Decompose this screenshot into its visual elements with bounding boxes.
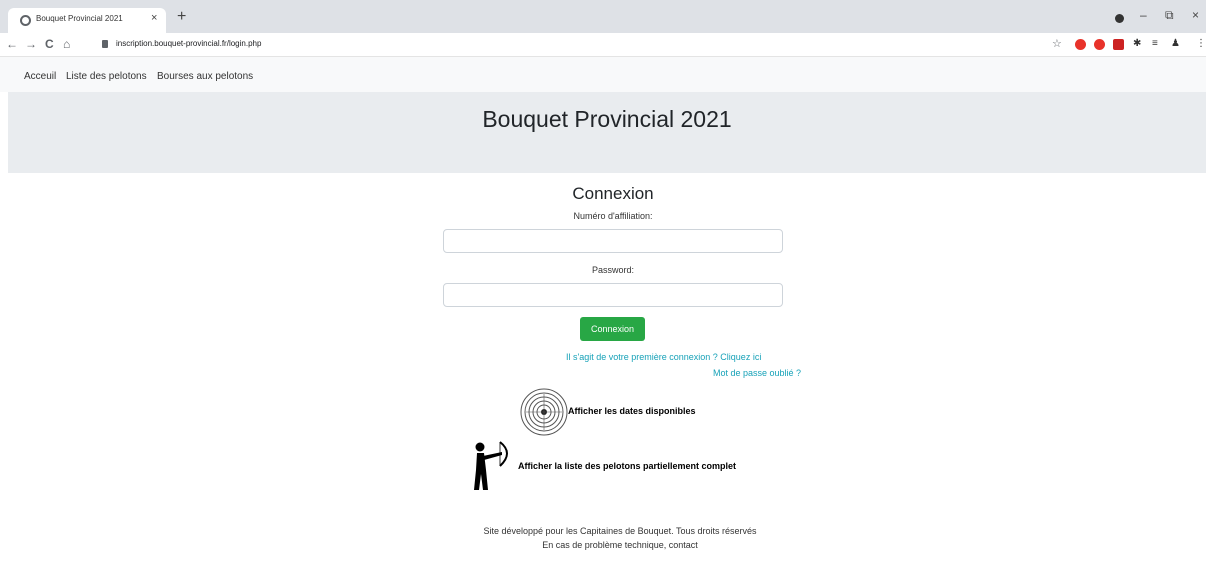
- site-navbar: Acceuil Liste des pelotons Bourses aux p…: [0, 57, 1206, 92]
- affiliation-label: Numéro d'affiliation:: [573, 211, 653, 221]
- nav-item-liste-pelotons[interactable]: Liste des pelotons: [66, 71, 147, 82]
- login-submit-button[interactable]: Connexion: [580, 317, 645, 341]
- login-title: Connexion: [572, 184, 654, 203]
- opera-extension-icon[interactable]: [1075, 39, 1086, 50]
- reading-list-icon[interactable]: ≡: [1152, 37, 1158, 51]
- password-label: Password:: [591, 265, 635, 275]
- adblock-extension-icon[interactable]: [1094, 39, 1105, 50]
- profile-avatar-icon[interactable]: ♟: [1171, 37, 1180, 51]
- url-bar[interactable]: inscription.bouquet-provincial.fr/login.…: [100, 36, 1060, 54]
- profile-icon[interactable]: [1115, 14, 1124, 23]
- reload-button[interactable]: C: [45, 37, 54, 51]
- address-bar-row: ← → C ⌂ inscription.bouquet-provincial.f…: [0, 33, 1206, 57]
- first-login-link[interactable]: Il s'agit de votre première connexion ? …: [566, 352, 761, 362]
- forward-button[interactable]: →: [25, 37, 37, 51]
- menu-icon[interactable]: ⋮: [1196, 37, 1206, 51]
- available-dates-link[interactable]: Afficher les dates disponibles: [568, 406, 696, 416]
- archer-icon[interactable]: [470, 440, 514, 492]
- partial-pelotons-link[interactable]: Afficher la liste des pelotons partielle…: [518, 461, 736, 471]
- close-window-button[interactable]: ×: [1192, 8, 1199, 22]
- back-button[interactable]: ←: [6, 37, 18, 51]
- browser-tab-strip: Bouquet Provincial 2021 × + – ⧉ ×: [0, 0, 1206, 33]
- tab-close-icon[interactable]: ×: [151, 12, 157, 24]
- page-header: Bouquet Provincial 2021: [8, 92, 1206, 173]
- restore-button[interactable]: ⧉: [1165, 8, 1174, 23]
- nav-item-bourses-pelotons[interactable]: Bourses aux pelotons: [157, 71, 253, 82]
- extensions-puzzle-icon[interactable]: ✱: [1133, 37, 1141, 51]
- footer-contact[interactable]: En cas de problème technique, contact: [400, 540, 840, 550]
- target-icon[interactable]: [520, 388, 568, 436]
- nav-item-acceuil[interactable]: Acceuil: [24, 71, 56, 82]
- page-title: Bouquet Provincial 2021: [482, 106, 732, 132]
- affiliation-input[interactable]: [443, 229, 783, 253]
- footer-copyright: Site développé pour les Capitaines de Bo…: [483, 526, 757, 536]
- lock-icon: [102, 40, 108, 48]
- new-tab-button[interactable]: +: [177, 9, 186, 25]
- forgot-password-link[interactable]: Mot de passe oublié ?: [713, 368, 801, 378]
- bookmark-star-icon[interactable]: ☆: [1052, 37, 1062, 51]
- home-button[interactable]: ⌂: [63, 37, 70, 51]
- tab-title: Bouquet Provincial 2021: [36, 14, 123, 23]
- browser-tab[interactable]: Bouquet Provincial 2021 ×: [8, 8, 166, 33]
- url-text[interactable]: inscription.bouquet-provincial.fr/login.…: [116, 39, 261, 48]
- favicon-icon: [20, 15, 31, 26]
- pdf-extension-icon[interactable]: [1113, 39, 1124, 50]
- password-input[interactable]: [443, 283, 783, 307]
- minimize-button[interactable]: –: [1140, 8, 1147, 22]
